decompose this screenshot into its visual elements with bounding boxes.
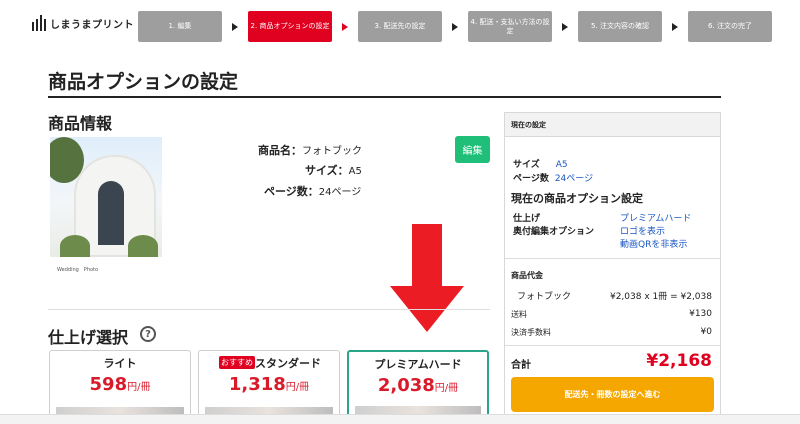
price-title: 商品代金 [511,271,543,280]
pages-row: ページ数 24ページ [513,174,594,184]
product-name-row: 商品名：フォトブック [258,142,362,158]
colophon-setting-row: 奥付編集オプション [513,227,595,237]
logo-mark-icon [32,15,46,31]
product-pages-row: ページ数：24ページ [264,183,361,199]
product-size-label: サイズ： [305,164,349,177]
step-arrow-icon [672,22,678,31]
finish-heading: 仕上げ選択 [48,328,129,347]
finish-option-name: プレミアムハード [374,358,462,371]
step-complete: 6. 注文の完了 [688,11,772,42]
shipping-label: 送料 [511,310,527,319]
page-title: 商品オプションの設定 [48,71,239,93]
total-label: 合計 [511,360,531,371]
logo-text: しまうまプリント [50,19,134,31]
step-arrow-icon [452,22,458,31]
finish-setting-value: プレミアムハード [620,214,692,224]
item-calc: ¥2,038 x 1冊 = ¥2,038 [609,292,712,302]
product-size-value: A5 [348,166,362,177]
step-product-options: 2. 商品オプションの設定 [248,11,332,42]
finish-option-price: 1,318円/冊 [228,374,310,395]
total-value: ¥2,168 [646,351,712,371]
step-arrow-icon [232,22,238,31]
finish-setting-row: 仕上げ [513,214,541,224]
step-edit: 1. 編集 [138,11,222,42]
title-divider [48,96,721,98]
product-pages-label: ページ数： [264,185,319,198]
fee-value: ¥0 [700,327,712,337]
help-icon[interactable]: ? [140,326,156,342]
finish-option-premium-hard[interactable]: プレミアムハード 2,038円/冊 [347,350,489,424]
product-size-row: サイズ：A5 [305,162,362,178]
step-shipping-address: 3. 配送先の設定 [358,11,442,42]
down-arrow-icon [390,224,464,332]
size-row: サイズ A5 [513,160,568,170]
panel-divider [505,258,720,259]
product-info-heading: 商品情報 [48,114,113,133]
colophon-value-logo: ロゴを表示 [620,227,666,237]
finish-option-standard[interactable]: おすすめ スタンダード 1,318円/冊 [198,350,340,424]
finish-option-price: 598円/冊 [89,374,151,395]
product-photo [50,137,162,257]
step-arrow-icon [562,22,568,31]
photo-caption: Wedding Photo [57,267,99,273]
edit-button[interactable]: 編集 [455,136,490,163]
brand-logo[interactable]: しまうまプリント [32,15,134,31]
shipping-value: ¥130 [689,309,712,319]
step-delivery-payment: 4. 配送・支払い方法の設定 [468,11,552,42]
current-settings-panel: 現在の設定 サイズ A5 ページ数 24ページ 現在の商品オプション設定 仕上げ プ… [504,112,721,424]
options-title: 現在の商品オプション設定 [511,192,643,205]
panel-header: 現在の設定 [505,113,720,137]
product-name-label: 商品名： [258,144,302,157]
item-label: フォトブック [517,292,572,302]
product-pages-value: 24ページ [318,187,362,198]
proceed-to-shipping-button[interactable]: 配送先・冊数の設定へ進む [511,377,714,412]
step-arrow-icon [342,22,348,31]
step-confirm: 5. 注文内容の確認 [578,11,662,42]
browser-bottom-bar [0,414,800,424]
finish-option-name: スタンダード [255,357,321,370]
finish-option-price: 2,038円/冊 [377,375,459,396]
panel-divider [505,345,720,346]
section-divider [48,309,490,310]
finish-option-light[interactable]: ライト 598円/冊 [49,350,191,424]
product-name-value: フォトブック [302,146,362,157]
colophon-value-qr: 動画QRを非表示 [620,240,688,250]
progress-steps: 1. 編集 2. 商品オプションの設定 3. 配送先の設定 4. 配送・支払い方… [138,11,772,42]
finish-option-name: ライト [103,357,137,370]
fee-label: 決済手数料 [511,328,551,337]
